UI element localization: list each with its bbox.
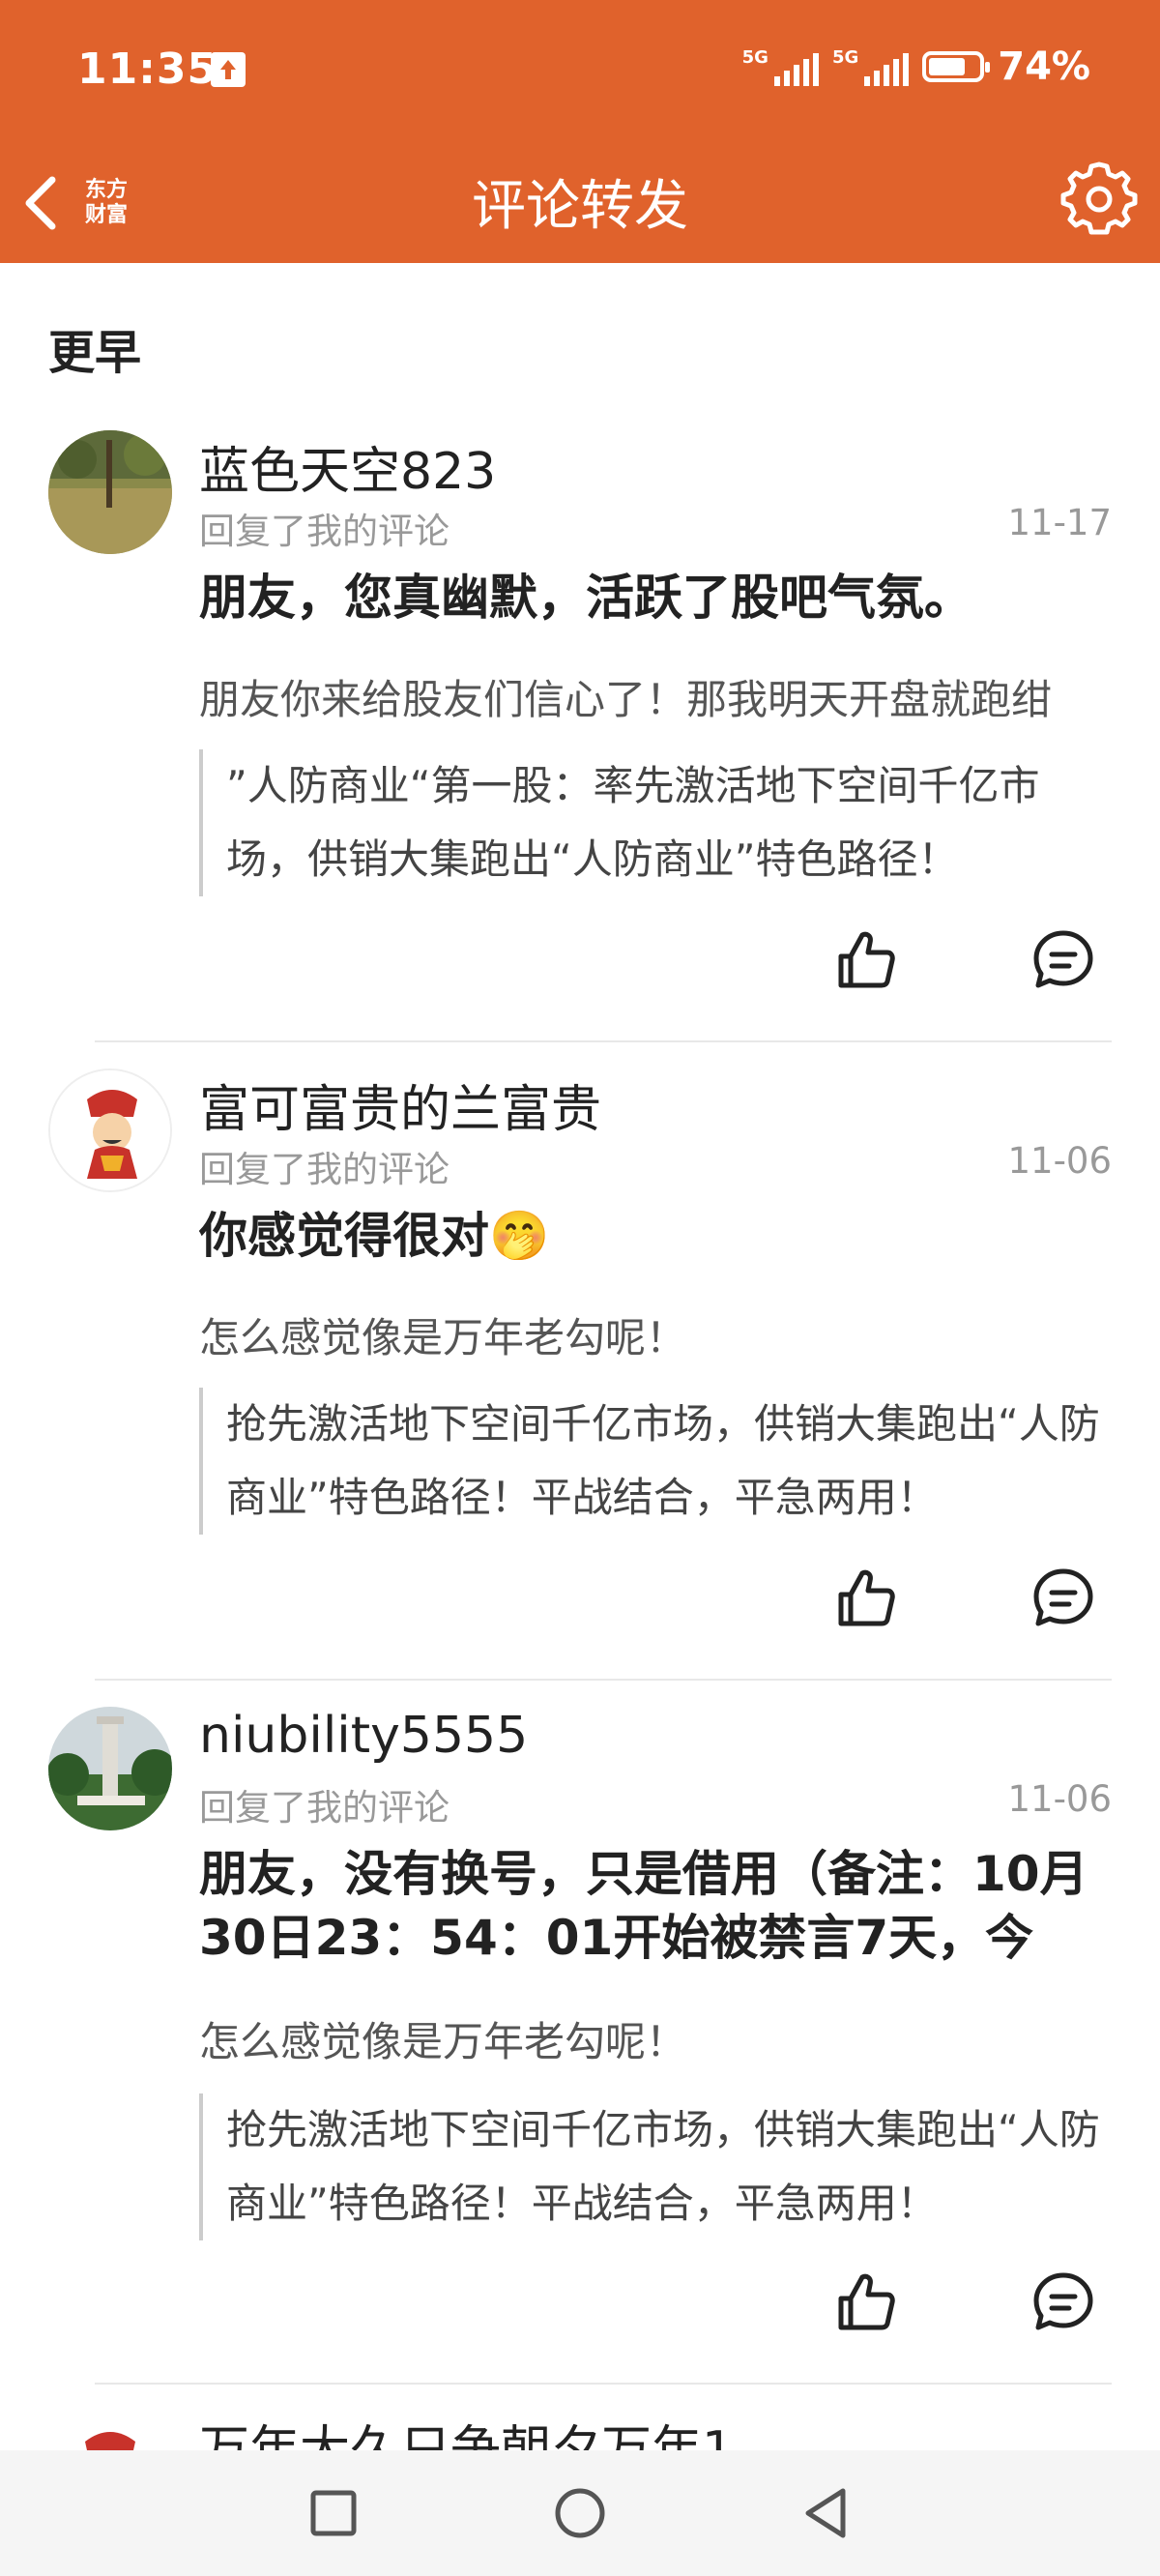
original-comment: 怎么感觉像是万年老勾呢！ xyxy=(199,1314,687,1361)
reply-text: 你感觉得很对🤭 xyxy=(199,1208,550,1264)
settings-button[interactable] xyxy=(1059,157,1139,236)
avatar[interactable] xyxy=(48,1068,172,1192)
quoted-post[interactable]: ”人防商业“第一股：率先激活地下空间千亿市场，供销大集跑出“人防商业”特色路径！ xyxy=(199,749,1117,896)
reply-date: 11-17 xyxy=(1007,502,1112,543)
thumbs-up-icon xyxy=(838,2273,895,2330)
status-indicators: 5G 5G 74% xyxy=(742,44,1090,89)
reply-date: 11-06 xyxy=(1007,1140,1112,1182)
like-button[interactable] xyxy=(831,925,901,995)
comment-icon xyxy=(1033,930,1093,988)
thumbs-up-icon xyxy=(838,931,895,988)
user-name[interactable]: niubility5555 xyxy=(199,1707,528,1765)
list-item[interactable]: 万年大久只争朝夕万年1 xyxy=(0,2413,1160,2450)
comment-button[interactable] xyxy=(1029,925,1098,995)
battery-icon xyxy=(922,51,991,82)
app-header: 11:35 5G 5G 74% 东方 财富 评论转发 xyxy=(0,0,1160,263)
triangle-back-icon xyxy=(805,2488,846,2538)
circle-icon xyxy=(555,2488,605,2538)
reply-type: 回复了我的评论 xyxy=(199,511,450,552)
avatar[interactable] xyxy=(48,2413,172,2450)
reply-text: 朋友，您真幽默，活跃了股吧气氛。 xyxy=(199,570,972,626)
original-comment: 朋友你来给股友们信心了！那我明天开盘就跑绀 xyxy=(199,676,1053,723)
comment-icon xyxy=(1033,2272,1093,2330)
signal-icon: 5G xyxy=(832,47,910,86)
avatar[interactable] xyxy=(48,1707,172,1830)
status-time: 11:35 xyxy=(77,44,218,94)
like-button[interactable] xyxy=(831,2268,901,2337)
reply-type: 回复了我的评论 xyxy=(199,1787,450,1829)
navigation-bar: 东方 财富 评论转发 xyxy=(0,145,1160,263)
user-name[interactable]: 蓝色天空823 xyxy=(199,430,496,503)
divider xyxy=(95,2383,1112,2385)
battery-percent: 74% xyxy=(998,44,1090,89)
upload-notification-icon xyxy=(211,52,246,87)
like-button[interactable] xyxy=(831,1564,901,1633)
original-comment: 怎么感觉像是万年老勾呢！ xyxy=(199,2018,687,2065)
quoted-post[interactable]: 抢先激活地下空间千亿市场，供销大集跑出“人防商业”特色路径！平战结合，平急两用！ xyxy=(199,2093,1117,2240)
gear-icon xyxy=(1060,161,1138,235)
avatar[interactable] xyxy=(48,430,172,554)
comment-button[interactable] xyxy=(1029,1564,1098,1633)
comment-button[interactable] xyxy=(1029,2268,1098,2337)
emoji: 🤭 xyxy=(489,1208,550,1264)
thumbs-up-icon xyxy=(838,1569,895,1626)
section-title: 更早 xyxy=(48,326,142,380)
user-name[interactable]: 万年大久只争朝夕万年1 xyxy=(199,2413,734,2450)
comment-icon xyxy=(1033,1568,1093,1626)
recent-apps-button[interactable] xyxy=(300,2479,367,2547)
home-button[interactable] xyxy=(546,2479,614,2547)
page-title: 评论转发 xyxy=(472,175,688,238)
divider xyxy=(95,1040,1112,1042)
user-name[interactable]: 富可富贵的兰富贵 xyxy=(199,1068,601,1141)
reply-text: 朋友，没有换号，只是借用（备注：10月30日23：54：01开始被禁言7天，今天… xyxy=(199,1846,1088,1966)
reply-date: 11-06 xyxy=(1007,1778,1112,1820)
divider xyxy=(95,1679,1112,1681)
status-bar: 11:35 5G 5G 74% xyxy=(0,0,1160,145)
square-icon xyxy=(310,2490,357,2536)
signal-icon: 5G xyxy=(742,47,819,86)
reply-type: 回复了我的评论 xyxy=(199,1149,450,1190)
system-navigation-bar xyxy=(0,2450,1160,2576)
quoted-post[interactable]: 抢先激活地下空间千亿市场，供销大集跑出“人防商业”特色路径！平战结合，平急两用！ xyxy=(199,1388,1117,1535)
back-nav-button[interactable] xyxy=(793,2479,860,2547)
